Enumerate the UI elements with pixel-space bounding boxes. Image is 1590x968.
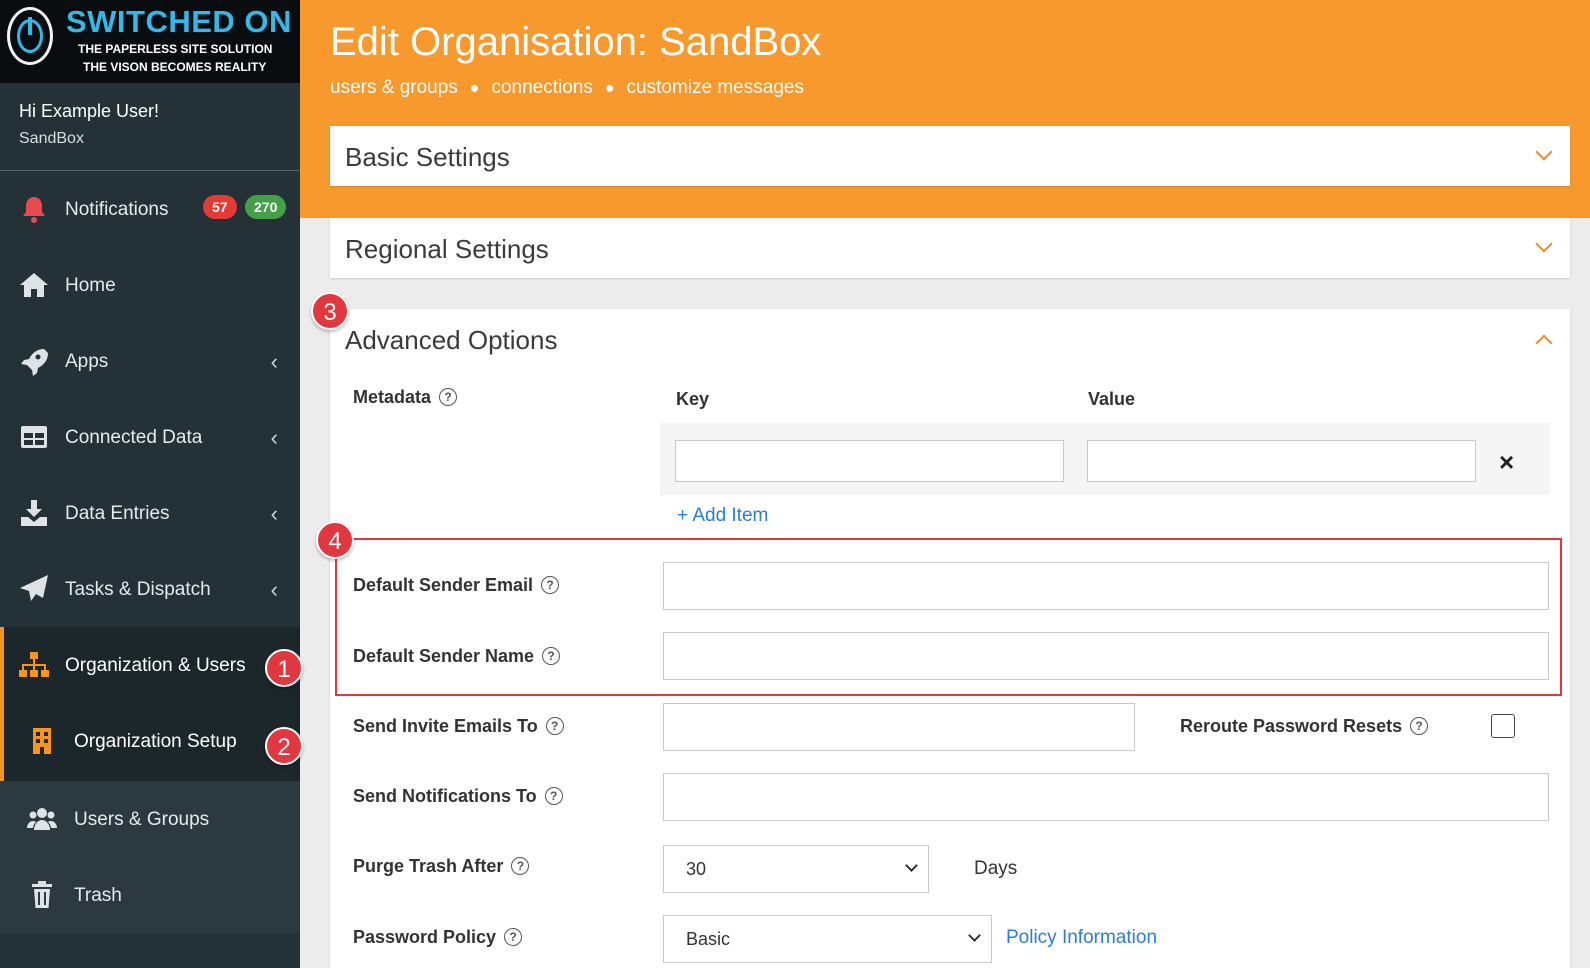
sidebar-item-home[interactable]: Home: [0, 247, 300, 323]
user-info: Hi Example User! SandBox: [0, 83, 300, 171]
sender-name-label: Default Sender Name?: [353, 646, 561, 667]
sidebar-item-data-entries[interactable]: Data Entries ‹: [0, 475, 300, 551]
policy-information-link[interactable]: Policy Information: [1006, 927, 1157, 949]
panel-regional-settings[interactable]: Regional Settings: [330, 218, 1570, 278]
sidebar: SWITCHED ON THE PAPERLESS SITE SOLUTION …: [0, 0, 300, 968]
panel-title[interactable]: Advanced Options: [345, 325, 557, 356]
help-icon[interactable]: ?: [511, 857, 530, 875]
step-marker-4: 4: [316, 521, 354, 559]
sidebar-item-label: Organization & Users: [65, 655, 246, 676]
sender-email-label: Default Sender Email?: [353, 575, 560, 596]
link-users-groups[interactable]: users & groups: [330, 77, 458, 98]
sidebar-item-label: Connected Data: [65, 427, 203, 448]
panel-title: Regional Settings: [345, 234, 549, 264]
help-icon[interactable]: ?: [542, 647, 561, 665]
header-links: users & groups ● connections ● customize mes…: [330, 77, 804, 99]
sidebar-item-label: Notifications: [65, 199, 169, 220]
sidebar-item-connected-data[interactable]: Connected Data ‹: [0, 399, 300, 475]
user-org: SandBox: [19, 130, 84, 147]
invite-emails-label: Send Invite Emails To?: [353, 716, 564, 737]
link-connections[interactable]: connections: [491, 77, 592, 98]
purge-trash-label: Purge Trash After?: [353, 856, 530, 877]
reroute-password-checkbox[interactable]: [1491, 714, 1515, 738]
chevron-down-icon[interactable]: [1535, 143, 1553, 161]
password-policy-value: Basic: [686, 929, 731, 949]
value-column-header: Value: [1088, 389, 1136, 409]
sidebar-item-label: Users & Groups: [74, 809, 210, 830]
chevron-down-icon: [968, 929, 981, 942]
password-policy-label: Password Policy?: [353, 927, 523, 948]
logo-brand: SWITCHED ON: [66, 4, 292, 39]
notification-count-badge: 57: [203, 195, 237, 219]
users-icon: [27, 808, 57, 830]
sender-name-input[interactable]: [663, 632, 1549, 680]
sidebar-item-organization-users[interactable]: Organization & Users: [0, 627, 300, 703]
logo-tagline-1: THE PAPERLESS SITE SOLUTION: [78, 42, 273, 56]
sidebar-item-label: Home: [65, 275, 116, 296]
separator-dot: ●: [469, 80, 480, 97]
chevron-left-icon: ‹: [270, 577, 278, 602]
step-marker-2: 2: [265, 727, 303, 765]
help-icon[interactable]: ?: [439, 388, 458, 406]
step-marker-1: 1: [265, 649, 303, 687]
help-icon[interactable]: ?: [504, 928, 523, 946]
page-title: Edit Organisation: SandBox: [330, 20, 822, 64]
purge-unit-label: Days: [974, 858, 1018, 879]
panel-title: Basic Settings: [345, 142, 510, 172]
building-icon: [33, 728, 51, 754]
notifications-to-label: Send Notifications To?: [353, 786, 563, 807]
trash-icon: [32, 881, 52, 908]
power-icon: [7, 7, 53, 65]
sidebar-item-label: Tasks & Dispatch: [65, 579, 211, 600]
help-icon[interactable]: ?: [545, 717, 564, 735]
purge-days-select[interactable]: 30: [663, 845, 929, 893]
chevron-up-icon[interactable]: [1535, 334, 1553, 352]
remove-row-icon[interactable]: ×: [1499, 447, 1514, 478]
sidebar-item-label: Organization Setup: [74, 731, 237, 752]
sidebar-item-users-groups[interactable]: Users & Groups: [0, 781, 300, 857]
rocket-icon: [21, 349, 48, 376]
sidebar-item-label: Trash: [74, 885, 122, 906]
sidebar-item-label: Data Entries: [65, 503, 170, 524]
logo-tagline-2: THE VISON BECOMES REALITY: [83, 60, 267, 74]
sender-email-input[interactable]: [663, 562, 1549, 610]
chevron-left-icon: ‹: [270, 425, 278, 450]
help-icon[interactable]: ?: [1410, 717, 1429, 735]
sidebar-item-apps[interactable]: Apps ‹: [0, 323, 300, 399]
separator-dot: ●: [604, 80, 615, 97]
add-item-link[interactable]: + Add Item: [677, 505, 768, 527]
sidebar-item-trash[interactable]: Trash: [0, 857, 300, 933]
user-greeting: Hi Example User!: [19, 101, 160, 121]
notification-total-badge: 270: [245, 195, 287, 219]
purge-days-value: 30: [686, 859, 707, 879]
help-icon[interactable]: ?: [541, 576, 560, 594]
download-icon: [21, 500, 47, 526]
paper-plane-icon: [20, 575, 48, 601]
notifications-to-input[interactable]: [663, 773, 1549, 821]
chevron-left-icon: ‹: [270, 501, 278, 526]
invite-emails-input[interactable]: [663, 703, 1135, 751]
sidebar-item-organization-setup[interactable]: Organization Setup: [0, 703, 300, 781]
home-icon: [20, 273, 48, 297]
reroute-password-label: Reroute Password Resets?: [1180, 716, 1429, 737]
table-icon: [21, 426, 47, 448]
help-icon[interactable]: ?: [544, 787, 563, 805]
chevron-down-icon[interactable]: [1535, 235, 1553, 253]
panel-basic-settings[interactable]: Basic Settings: [330, 126, 1570, 186]
sidebar-item-tasks-dispatch[interactable]: Tasks & Dispatch ‹: [0, 551, 300, 627]
chevron-down-icon: [905, 859, 918, 872]
password-policy-select[interactable]: Basic: [663, 915, 992, 963]
step-marker-3: 3: [311, 292, 349, 330]
brand-logo[interactable]: SWITCHED ON THE PAPERLESS SITE SOLUTION …: [0, 0, 300, 83]
sitemap-icon: [19, 652, 49, 677]
chevron-left-icon: ‹: [270, 349, 278, 374]
key-column-header: Key: [676, 389, 710, 409]
metadata-value-input[interactable]: [1087, 440, 1476, 482]
metadata-label: Metadata?: [353, 387, 458, 408]
sidebar-item-label: Apps: [65, 351, 109, 372]
bell-icon: [23, 197, 45, 223]
metadata-key-input[interactable]: [675, 440, 1064, 482]
link-customize-messages[interactable]: customize messages: [627, 77, 804, 98]
